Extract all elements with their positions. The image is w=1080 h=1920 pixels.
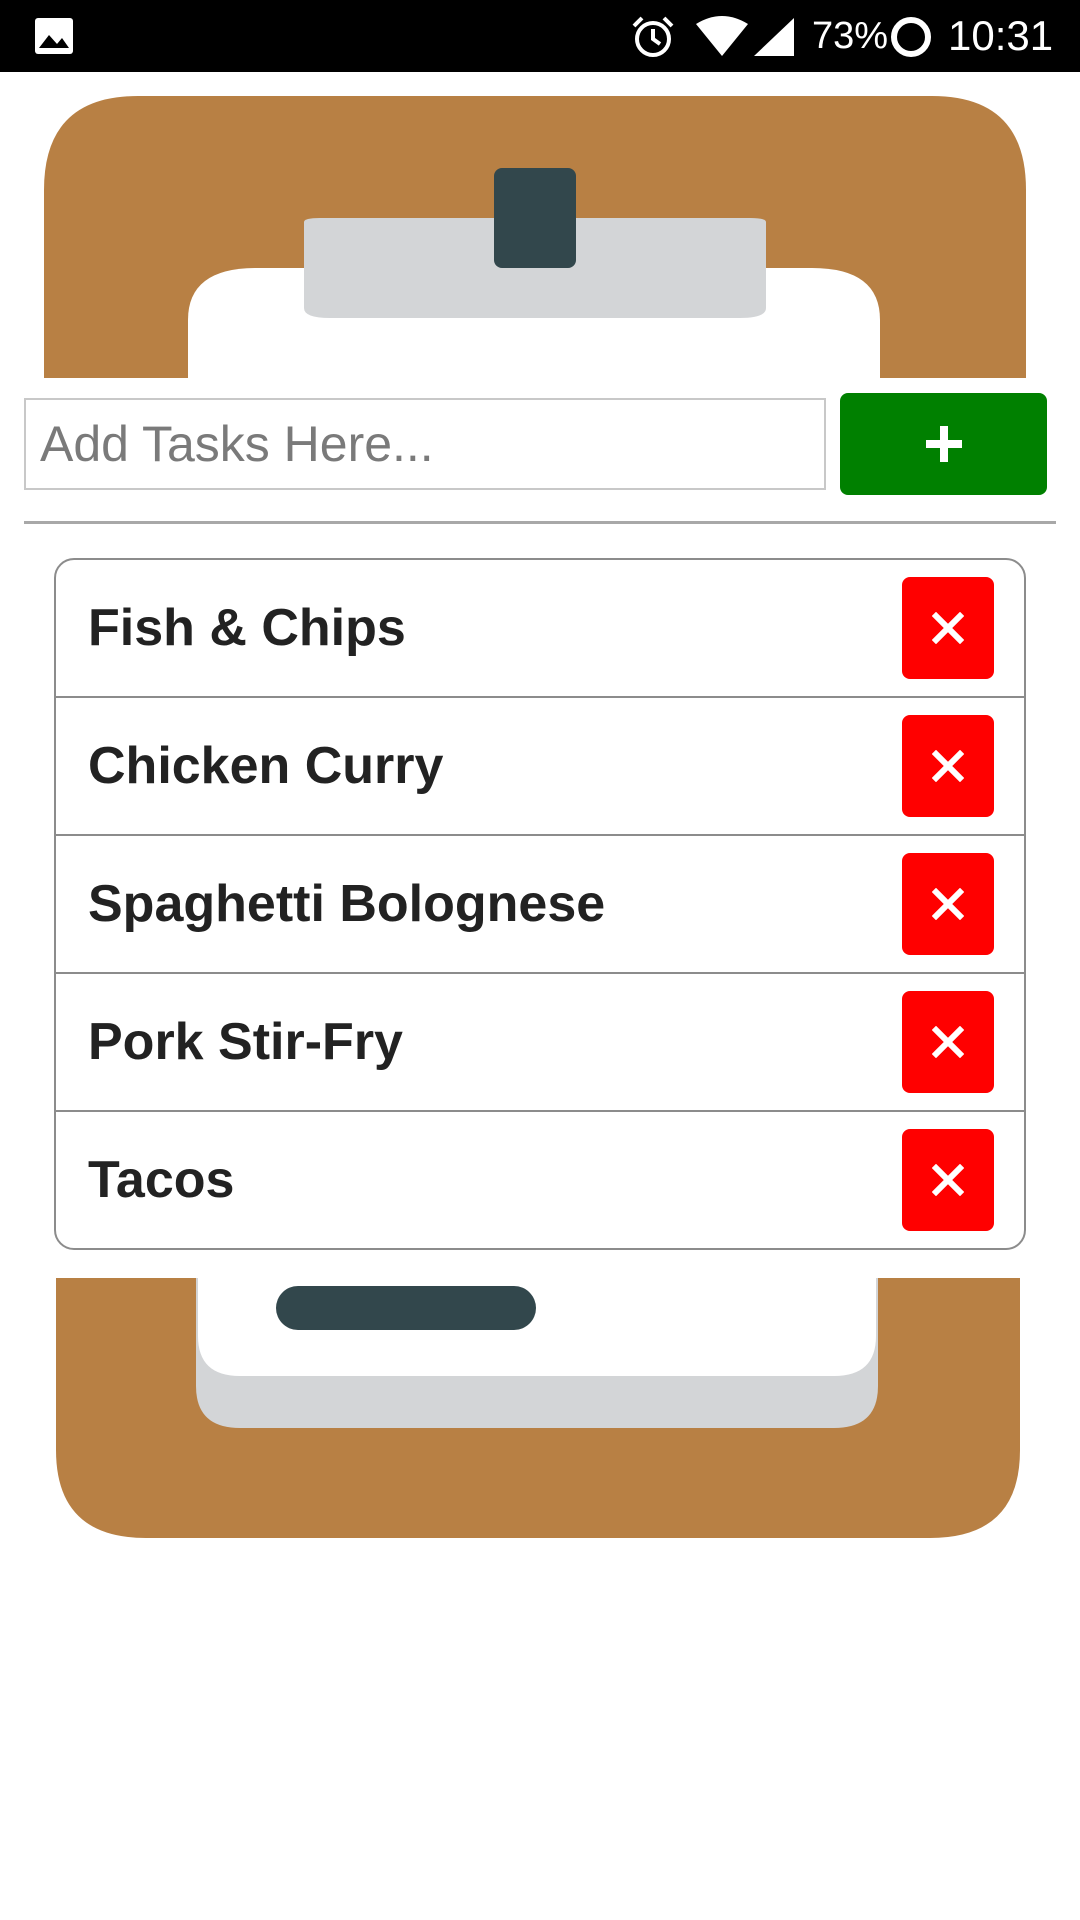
- add-task-button[interactable]: [840, 393, 1047, 495]
- plus-icon: [925, 426, 962, 462]
- clipboard-bottom-illustration: [56, 1278, 1020, 1538]
- task-label: Spaghetti Bolognese: [88, 875, 606, 933]
- delete-task-button[interactable]: [902, 853, 994, 955]
- clipboard-top-illustration: [44, 96, 1026, 378]
- close-icon: [932, 750, 964, 782]
- close-icon: [932, 1164, 964, 1196]
- close-icon: [932, 612, 964, 644]
- task-label: Tacos: [88, 1151, 235, 1209]
- list-item: Pork Stir-Fry: [56, 974, 1024, 1112]
- task-label: Chicken Curry: [88, 737, 444, 795]
- clock: 10:31: [948, 12, 1054, 59]
- delete-task-button[interactable]: [902, 715, 994, 817]
- task-label: Pork Stir-Fry: [88, 1013, 403, 1071]
- battery-percent: 73%: [812, 15, 889, 57]
- battery-icon: [891, 17, 931, 57]
- delete-task-button[interactable]: [902, 1129, 994, 1231]
- task-list: Fish & Chips Chicken Curry Spaghetti Bol…: [54, 558, 1026, 1250]
- signal-icon: [754, 18, 794, 56]
- list-item: Spaghetti Bolognese: [56, 836, 1024, 974]
- divider: [24, 521, 1056, 524]
- list-item: Chicken Curry: [56, 698, 1024, 836]
- task-label: Fish & Chips: [88, 599, 406, 657]
- delete-task-button[interactable]: [902, 577, 994, 679]
- alarm-icon: [632, 16, 674, 57]
- add-task-input[interactable]: [24, 398, 826, 490]
- status-bar: 73% 10:31: [0, 0, 1080, 72]
- close-icon: [932, 888, 964, 920]
- delete-task-button[interactable]: [902, 991, 994, 1093]
- list-item: Tacos: [56, 1112, 1024, 1248]
- wifi-icon: [696, 16, 748, 56]
- list-item: Fish & Chips: [56, 560, 1024, 698]
- gallery-icon: [35, 18, 73, 54]
- close-icon: [932, 1026, 964, 1058]
